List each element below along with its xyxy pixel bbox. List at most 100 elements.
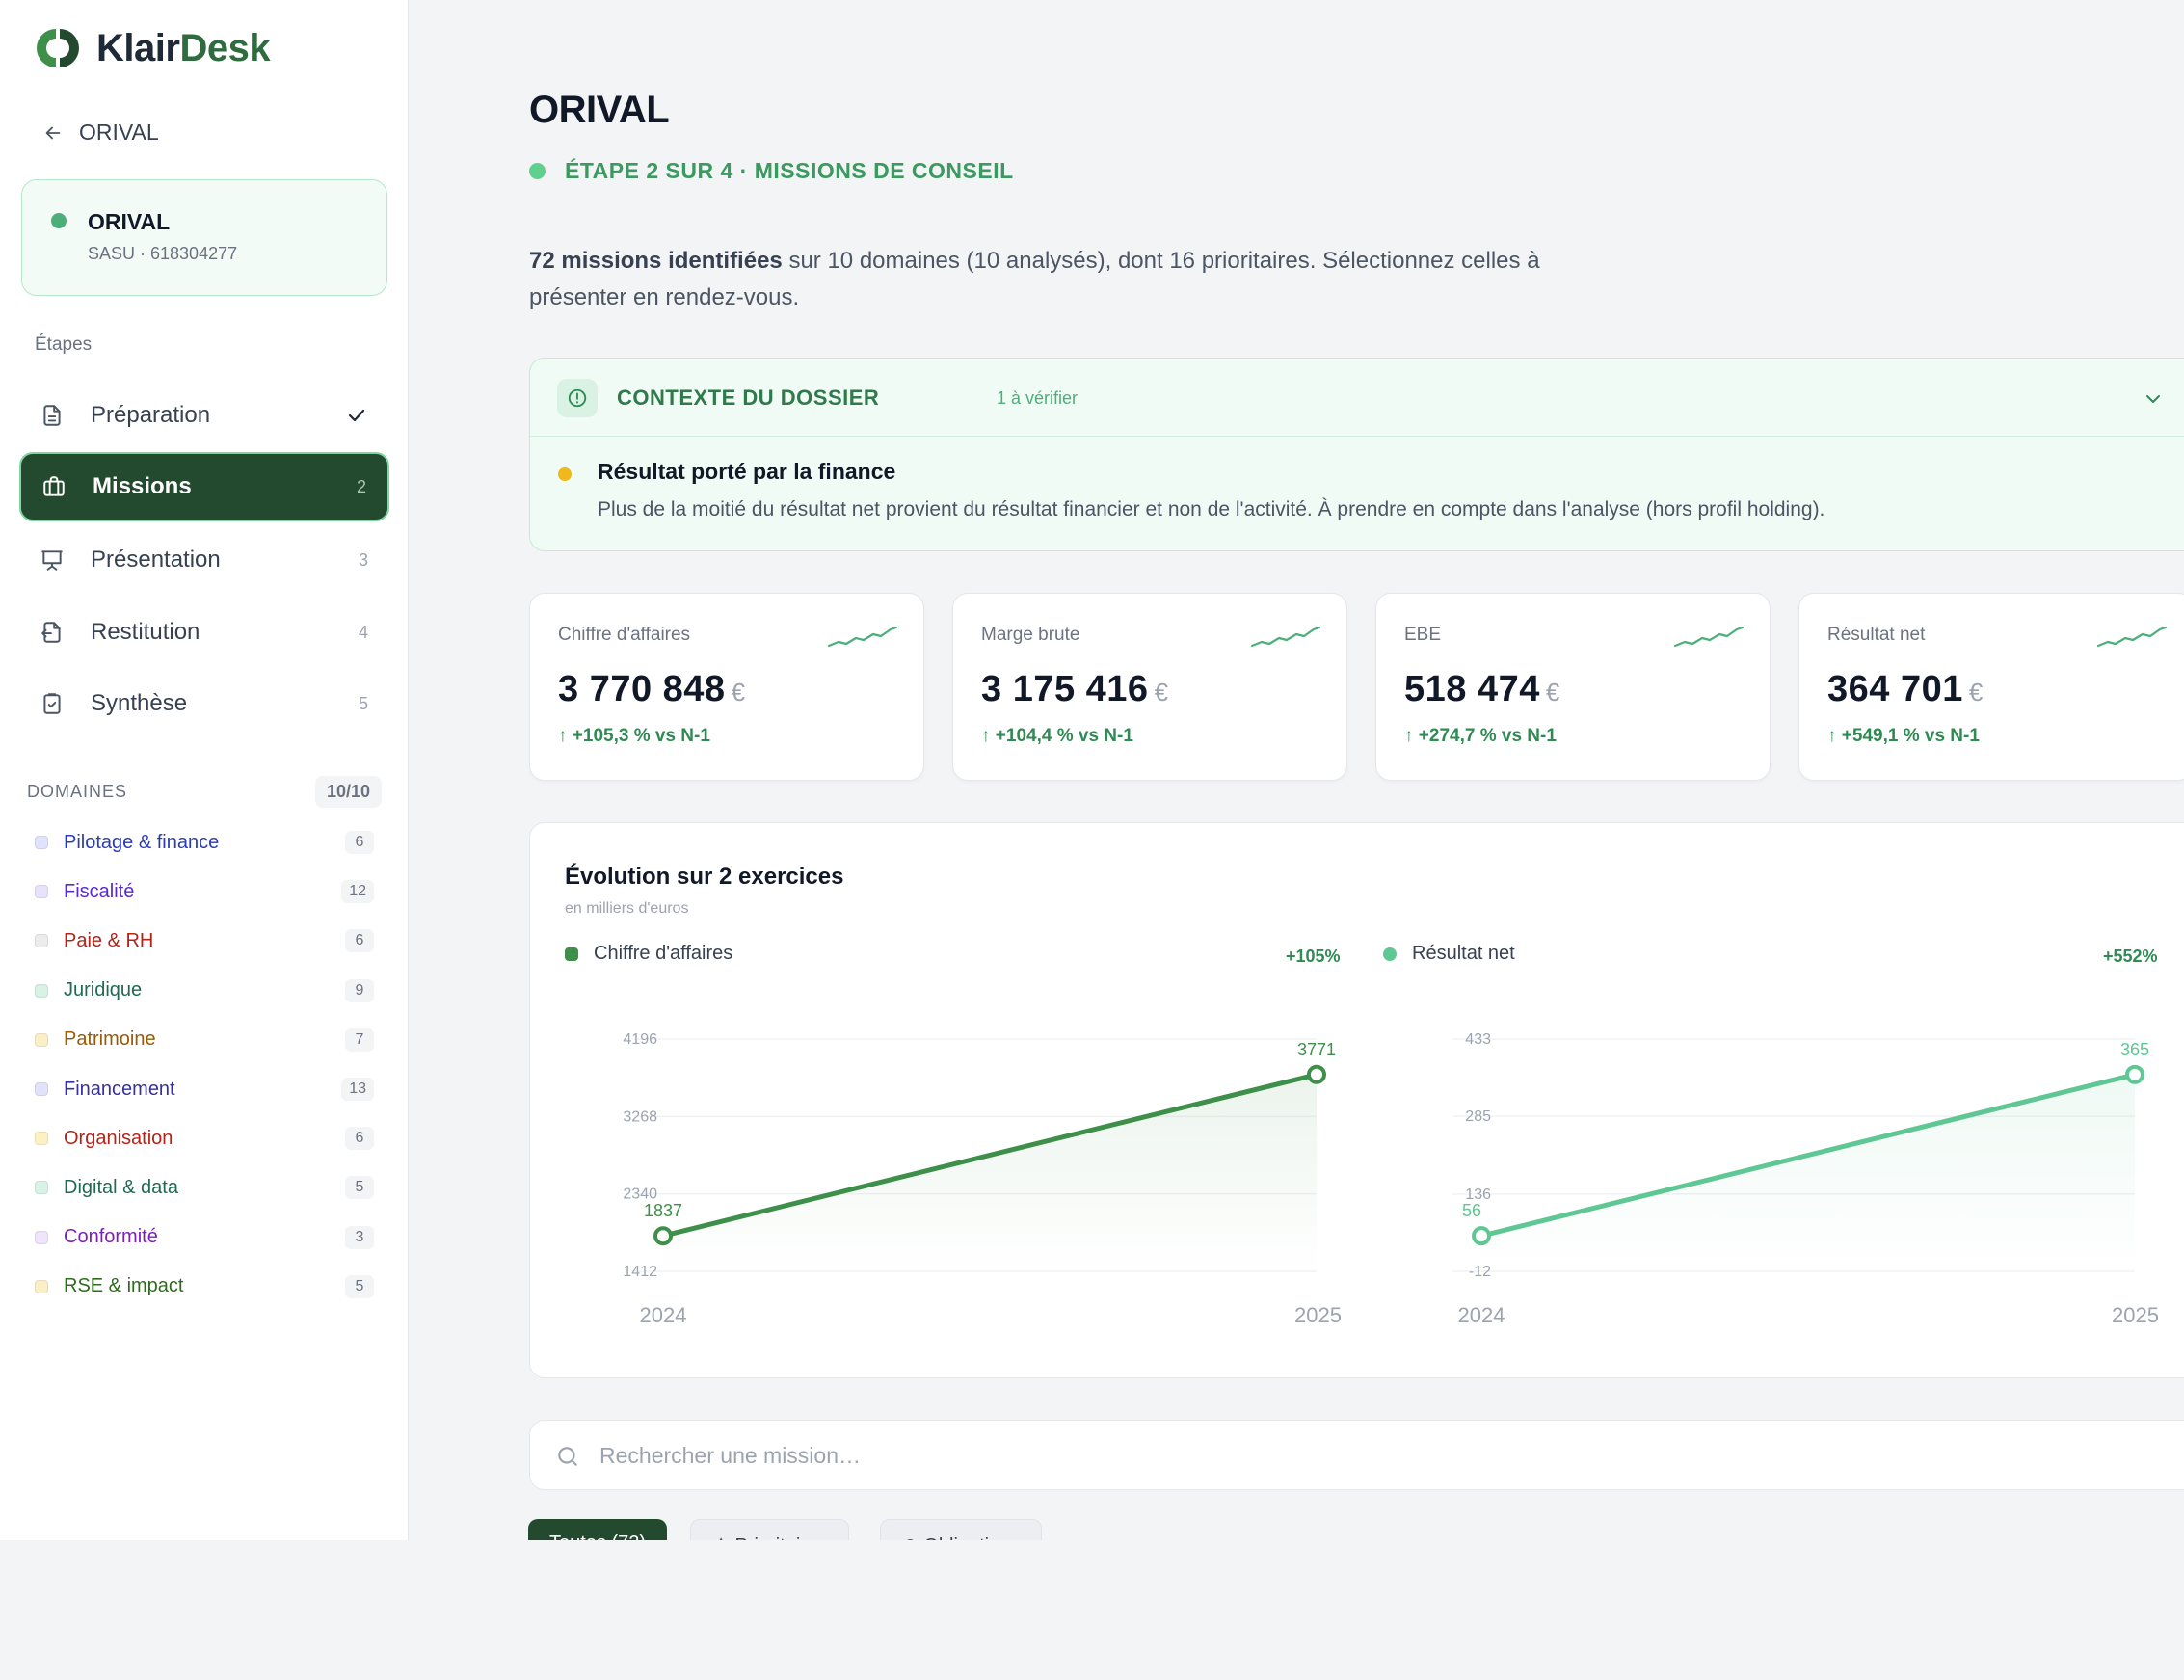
klairdesk-logo-icon — [37, 29, 79, 67]
domain-item[interactable]: RSE & impact 5 — [35, 1267, 374, 1306]
data-label: 365 — [2120, 1040, 2149, 1059]
domain-label: Fiscalité — [64, 880, 135, 902]
step-missions[interactable]: Missions 2 — [19, 452, 389, 521]
domain-label: Patrimoine — [64, 1028, 156, 1051]
y-tick-label: 3268 — [623, 1108, 657, 1125]
domain-color-dot — [35, 934, 48, 948]
page-title: ORIVAL — [529, 89, 670, 131]
stage-indicator: ÉTAPE 2 SUR 4 · MISSIONS DE CONSEIL — [529, 158, 1014, 184]
kpi-card[interactable]: Chiffre d'affaires 3 770 848 € ↑ +105,3 % v… — [529, 593, 924, 781]
domain-item[interactable]: Conformité 3 — [35, 1218, 374, 1257]
kpi-label: Chiffre d'affaires — [558, 625, 691, 645]
check-icon — [348, 409, 365, 422]
step-count: 4 — [358, 622, 368, 642]
domain-count: 13 — [341, 1078, 374, 1101]
briefcase-icon — [40, 473, 67, 500]
filter-all[interactable]: Toutes (72) — [528, 1519, 668, 1540]
y-tick-label: 433 — [1465, 1031, 1491, 1048]
data-label: 56 — [1462, 1201, 1481, 1220]
x-tick-label: 2025 — [1294, 1303, 1342, 1327]
domain-count: 6 — [345, 1127, 374, 1151]
domain-count: 3 — [345, 1225, 374, 1249]
domain-color-dot — [35, 1082, 48, 1096]
back-link[interactable]: ORIVAL — [42, 120, 159, 146]
domain-item[interactable]: Fiscalité 12 — [35, 872, 374, 911]
x-tick-label: 2024 — [640, 1303, 687, 1327]
domain-label: Organisation — [64, 1127, 173, 1149]
filter-obligations[interactable]: ⊘ Obligations — [880, 1519, 1043, 1540]
context-header[interactable]: CONTEXTE DU DOSSIER 1 à vérifier — [530, 359, 2184, 437]
data-point — [2125, 1064, 2144, 1084]
area-fill — [663, 1074, 1317, 1271]
context-item-text: Plus de la moitié du résultat net provie… — [598, 498, 1825, 520]
context-title: CONTEXTE DU DOSSIER — [617, 386, 880, 410]
context-panel: CONTEXTE DU DOSSIER 1 à vérifier Résulta… — [529, 358, 2184, 551]
domain-item[interactable]: Paie & RH 6 — [35, 921, 374, 960]
kpi-card[interactable]: EBE 518 474 € ↑ +274,7 % vs N-1 — [1375, 593, 1771, 781]
domain-color-dot — [35, 1230, 48, 1244]
domains-title: DOMAINES — [27, 782, 128, 801]
context-badge: 1 à vérifier — [997, 388, 1079, 408]
kpi-label: Résultat net — [1827, 625, 1926, 645]
step-preparation[interactable]: Préparation — [19, 381, 389, 450]
data-label: 3771 — [1297, 1040, 1336, 1059]
sidebar: KlairDesk ORIVAL ORIVAL SASU · 618304277… — [0, 0, 409, 1540]
step-restitution[interactable]: Restitution 4 — [19, 598, 389, 667]
filter-priority[interactable]: ⚠ Prioritaires — [690, 1519, 850, 1540]
step-count: 3 — [358, 549, 368, 570]
evolution-charts: 4196326823401412183720243771202543328513… — [623, 1031, 2159, 1327]
step-label: Présentation — [91, 547, 221, 573]
data-point — [1472, 1226, 1491, 1246]
clipboard-check-icon — [39, 690, 66, 717]
domains-header: DOMAINES 10/10 — [27, 776, 382, 808]
file-export-icon — [39, 619, 66, 646]
empty-area — [0, 1540, 2184, 1680]
domain-color-dot — [35, 1032, 48, 1047]
mission-search[interactable] — [529, 1420, 2184, 1490]
search-input[interactable] — [599, 1434, 2142, 1477]
stage-dot — [529, 163, 546, 179]
domain-color-dot — [35, 836, 48, 849]
step-presentation[interactable]: Présentation 3 — [19, 525, 389, 595]
domain-count: 5 — [345, 1176, 374, 1200]
step-label: Restitution — [91, 619, 200, 645]
sparkline-icon — [1250, 626, 1321, 648]
kpi-card[interactable]: Marge brute 3 175 416 € ↑ +104,4 % vs N-1 — [952, 593, 1347, 781]
kpi-delta: ↑ +105,3 % vs N-1 — [558, 726, 710, 746]
domain-item[interactable]: Digital & data 5 — [35, 1168, 374, 1207]
domain-color-dot — [35, 1279, 48, 1293]
domain-item[interactable]: Juridique 9 — [35, 972, 374, 1010]
kpi-value: 3 770 848 € — [558, 669, 746, 709]
kpi-label: EBE — [1404, 625, 1442, 645]
app-window: KlairDesk ORIVAL ORIVAL SASU · 618304277… — [0, 0, 2184, 1540]
data-point — [1307, 1064, 1326, 1084]
domain-item[interactable]: Financement 13 — [35, 1070, 374, 1108]
company-name: ORIVAL — [88, 209, 171, 234]
kpi-card[interactable]: Résultat net 364 701 € ↑ +549,1 % vs N-1 — [1798, 593, 2184, 781]
domain-label: RSE & impact — [64, 1275, 184, 1297]
x-tick-label: 2024 — [1458, 1303, 1505, 1327]
domain-label: Digital & data — [64, 1176, 178, 1198]
domain-count: 12 — [341, 880, 374, 904]
intro-text: 72 missions identifiées sur 10 domaines … — [529, 243, 1570, 316]
domain-label: Financement — [64, 1078, 175, 1100]
company-card[interactable]: ORIVAL SASU · 618304277 — [21, 179, 387, 296]
kpi-value: 518 474 € — [1404, 669, 1560, 709]
data-label: 1837 — [644, 1201, 682, 1220]
kpi-label: Marge brute — [981, 625, 1080, 645]
chevron-down-icon[interactable] — [2142, 387, 2165, 411]
domain-item[interactable]: Pilotage & finance 6 — [35, 823, 374, 862]
company-status-dot — [51, 213, 67, 228]
step-synthese[interactable]: Synthèse 5 — [19, 669, 389, 738]
domain-item[interactable]: Organisation 6 — [35, 1119, 374, 1158]
sparkline-icon — [1673, 626, 1745, 648]
y-tick-label: 4196 — [623, 1031, 657, 1048]
brand-logo[interactable]: KlairDesk — [33, 25, 271, 71]
sparkline-icon — [2096, 626, 2168, 648]
domain-item[interactable]: Patrimoine 7 — [35, 1021, 374, 1059]
step-label: Synthèse — [91, 690, 188, 716]
kpi-value: 364 701 € — [1827, 669, 1984, 709]
warning-dot — [558, 467, 572, 481]
domain-count: 9 — [345, 978, 374, 1002]
domain-color-dot — [35, 1132, 48, 1146]
